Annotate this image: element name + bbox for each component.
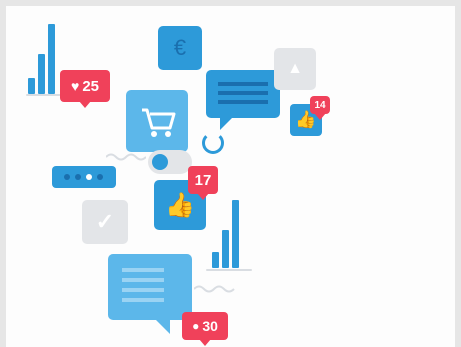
squiggle-decoration — [106, 153, 146, 161]
squiggle-decoration-bottom — [194, 285, 235, 293]
chat-bubble-icon — [206, 70, 280, 130]
play-card-icon: ▲ — [274, 48, 316, 90]
small-thumbs-count: 14 — [314, 99, 326, 111]
likes-badge: ♥ 25 — [60, 70, 110, 102]
small-thumbs-badge: 14 — [310, 96, 330, 114]
pager-dots — [52, 166, 116, 188]
euro-icon: € — [158, 26, 202, 70]
chat-bubble-bottom-icon — [108, 254, 192, 334]
illustration-canvas: ♥ 25 € ▲ 👍 14 👍 17 ✓ ● 30 — [6, 6, 455, 347]
comment-icon: ● — [192, 319, 200, 333]
bar-chart-icon-right — [210, 198, 250, 268]
thumbs-badge: 17 — [188, 166, 218, 194]
thumbs-count: 17 — [194, 171, 212, 189]
divider-line-right — [206, 269, 252, 271]
checkbox-icon: ✓ — [82, 200, 128, 244]
shopping-cart-icon — [126, 90, 188, 152]
refresh-icon — [202, 132, 224, 154]
comments-count: 30 — [202, 318, 218, 334]
heart-icon: ♥ — [71, 78, 80, 94]
likes-count: 25 — [82, 77, 99, 95]
toggle-switch — [148, 150, 192, 174]
euro-symbol: € — [173, 35, 187, 60]
comments-badge: ● 30 — [182, 312, 228, 340]
